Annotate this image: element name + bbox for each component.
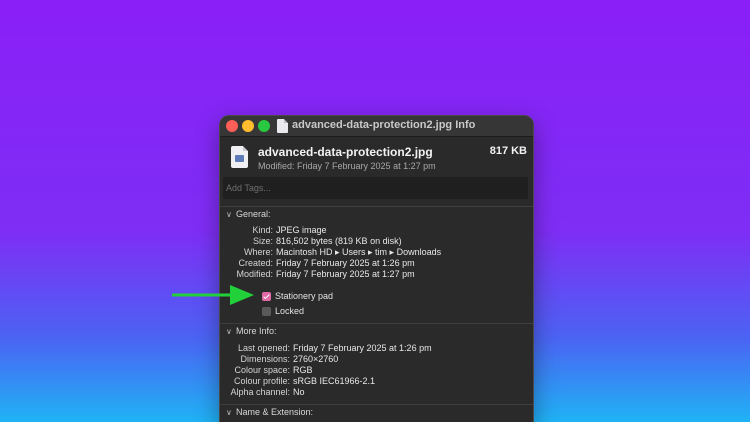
info-row-modified: Modified: (220, 269, 273, 280)
title-bar[interactable]: advanced-data-protection2.jpg Info (220, 116, 533, 137)
zoom-button[interactable] (258, 120, 270, 132)
more-info-section-header[interactable]: ∨ More Info: (226, 326, 277, 336)
info-row-kind: Kind: (220, 225, 273, 236)
kind-label: Kind: (252, 225, 273, 235)
chevron-down-icon[interactable]: ∨ (226, 210, 236, 219)
stationery-pad-checkbox[interactable] (262, 292, 271, 301)
size-label: Size: (252, 236, 273, 246)
size-value: 816,502 bytes (819 KB on disk) (276, 236, 402, 246)
info-row-where-value: Macintosh HD ▸ Users ▸ tim ▸ Downloads (273, 247, 523, 258)
green-arrow-icon (172, 285, 254, 305)
divider (220, 404, 533, 405)
colour-space-label: Colour space: (234, 365, 290, 375)
kind-value: JPEG image (276, 225, 327, 235)
jpeg-document-icon[interactable] (231, 146, 248, 168)
last-opened-value: Friday 7 February 2025 at 1:26 pm (293, 343, 432, 353)
chevron-down-icon[interactable]: ∨ (226, 408, 236, 417)
info-row-colour-profile-value: sRGB IEC61966-2.1 (290, 376, 525, 387)
more-info-heading: More Info: (236, 326, 277, 336)
info-row-created: Created: (220, 258, 273, 269)
get-info-window: advanced-data-protection2.jpg Info advan… (219, 115, 534, 422)
info-row-dimensions: Dimensions: (220, 354, 290, 365)
colour-profile-label: Colour profile: (233, 376, 290, 386)
info-row-modified-value: Friday 7 February 2025 at 1:27 pm (273, 269, 523, 280)
created-label: Created: (238, 258, 273, 268)
info-row-colour-profile: Colour profile: (220, 376, 290, 387)
chevron-down-icon[interactable]: ∨ (226, 327, 236, 336)
divider (220, 206, 533, 207)
info-row-size: Size: (220, 236, 273, 247)
locked-label[interactable]: Locked (275, 306, 304, 316)
info-row-where: Where: (220, 247, 273, 258)
locked-checkbox[interactable] (262, 307, 271, 316)
created-value: Friday 7 February 2025 at 1:26 pm (276, 258, 415, 268)
divider (220, 323, 533, 324)
info-row-last-opened-value: Friday 7 February 2025 at 1:26 pm (290, 343, 525, 354)
name-extension-section-header[interactable]: ∨ Name & Extension: (226, 407, 313, 417)
modified-label: Modified: (236, 269, 273, 279)
info-row-created-value: Friday 7 February 2025 at 1:26 pm (273, 258, 523, 269)
info-row-alpha-channel: Alpha channel: (220, 387, 290, 398)
where-label: Where: (243, 247, 273, 257)
dimensions-value: 2760×2760 (293, 354, 339, 364)
dimensions-label: Dimensions: (240, 354, 290, 364)
minimize-button[interactable] (242, 120, 254, 132)
where-value: Macintosh HD ▸ Users ▸ tim ▸ Downloads (276, 247, 442, 257)
file-name: advanced-data-protection2.jpg (258, 145, 433, 159)
stationery-pad-label[interactable]: Stationery pad (275, 291, 333, 301)
tags-input[interactable] (223, 177, 528, 199)
info-row-alpha-channel-value: No (290, 387, 525, 398)
alpha-channel-value: No (293, 387, 305, 397)
info-row-kind-value: JPEG image (273, 225, 523, 236)
modified-value: Friday 7 February 2025 at 1:27 pm (276, 269, 415, 279)
info-row-colour-space-value: RGB (290, 365, 525, 376)
info-row-dimensions-value: 2760×2760 (290, 354, 525, 365)
close-button[interactable] (226, 120, 238, 132)
window-title: advanced-data-protection2.jpg Info (292, 119, 476, 131)
info-row-size-value: 816,502 bytes (819 KB on disk) (273, 236, 523, 247)
general-heading: General: (236, 209, 271, 219)
title-file-icon (277, 119, 288, 133)
colour-space-value: RGB (293, 365, 313, 375)
file-size: 817 KB (489, 145, 527, 157)
info-row-colour-space: Colour space: (220, 365, 290, 376)
info-row-last-opened: Last opened: (220, 343, 290, 354)
file-header: advanced-data-protection2.jpg 817 KB Mod… (220, 137, 533, 177)
file-modified-date: Modified: Friday 7 February 2025 at 1:27… (258, 161, 436, 171)
last-opened-label: Last opened: (237, 343, 290, 353)
name-extension-heading: Name & Extension: (236, 407, 314, 417)
general-section-header[interactable]: ∨ General: (226, 209, 271, 219)
alpha-channel-label: Alpha channel: (230, 387, 290, 397)
colour-profile-value: sRGB IEC61966-2.1 (293, 376, 376, 386)
